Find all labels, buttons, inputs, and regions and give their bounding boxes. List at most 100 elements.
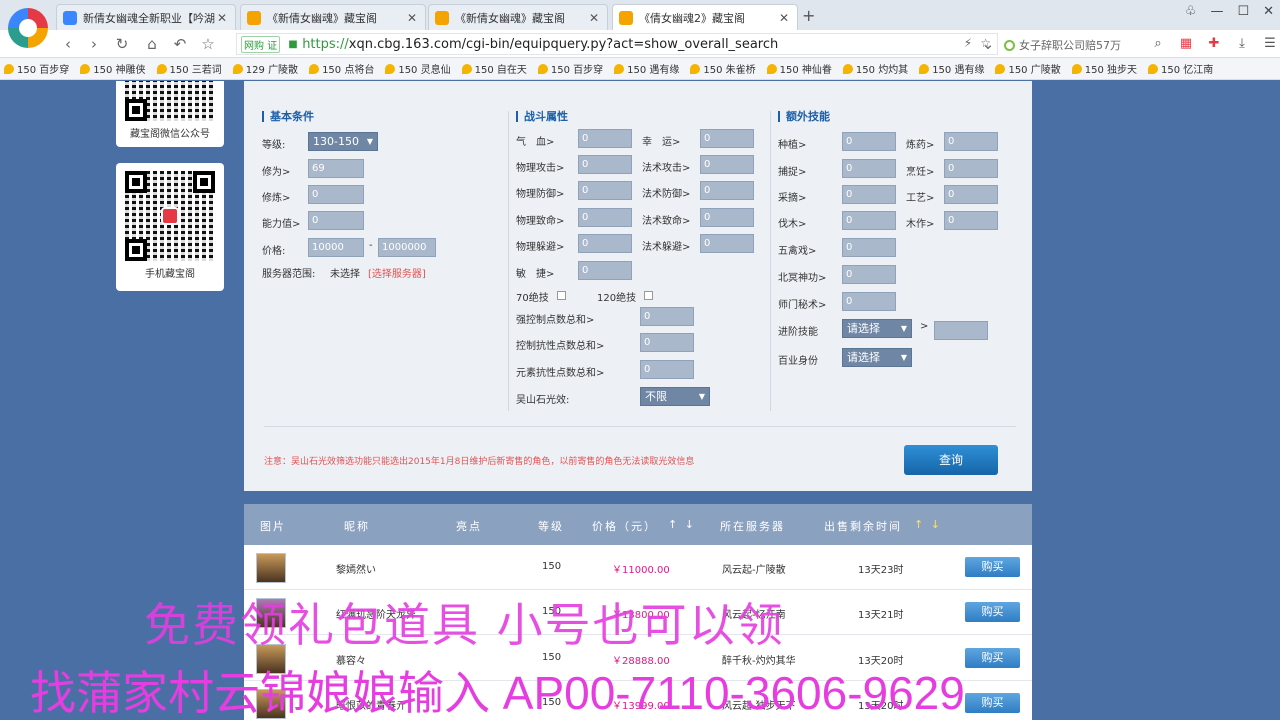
table-row[interactable]: 慕容々 150 ￥28888.00 醉千秋-灼灼其华 13天20时 购买 (244, 636, 1032, 681)
home-icon[interactable]: ⌂ (142, 34, 162, 54)
bookmark-item[interactable]: 150 忆江南 (1147, 61, 1213, 76)
extra-input[interactable]: 0 (944, 185, 998, 204)
character-avatar[interactable] (256, 689, 286, 719)
buy-button[interactable]: 购买 (965, 557, 1020, 577)
battle-input[interactable]: 0 (578, 208, 632, 227)
bookmark-item[interactable]: 150 独步天 (1071, 61, 1137, 76)
query-button[interactable]: 查询 (904, 445, 998, 475)
buy-button[interactable]: 购买 (965, 648, 1020, 668)
battle-input[interactable]: 0 (700, 208, 754, 227)
wushan-select[interactable]: 不限 ▼ (640, 387, 710, 406)
bookmark-item[interactable]: 150 朱雀桥 (690, 61, 756, 76)
bookmark-item[interactable]: 150 百步穿 (4, 61, 69, 76)
table-row[interactable]: 黎嫣然い 150 ￥11000.00 风云起-广陵散 13天23时 购买 (244, 545, 1032, 590)
game-icon[interactable]: ✚ (1206, 36, 1222, 52)
bookmark-item[interactable]: 150 自在天 (461, 61, 527, 76)
bookmark-item[interactable]: 150 百步穿 (537, 61, 603, 76)
star-icon[interactable]: ☆ (198, 34, 218, 54)
advance-skill-input[interactable] (934, 321, 988, 340)
bookmark-item[interactable]: 150 灵息仙 (385, 61, 451, 76)
battle-input[interactable]: 0 (700, 181, 754, 200)
bookmark-item[interactable]: 150 神雕侠 (80, 61, 146, 76)
extra-input[interactable]: 0 (944, 132, 998, 151)
close-icon[interactable]: ✕ (587, 11, 601, 25)
battle-input[interactable]: 0 (578, 129, 632, 148)
control-input[interactable]: 0 (640, 307, 694, 326)
table-row[interactable]: 红满玑恶阶天龙异 150 ￥13800.00 风云起-忆江南 13天21时 购买 (244, 590, 1032, 635)
bookmark-item[interactable]: 150 点将台 (309, 61, 374, 76)
maximize-icon[interactable]: ☐ (1237, 4, 1249, 19)
bookmark-item[interactable]: 150 三若词 (156, 61, 222, 76)
search-suggestion[interactable]: 女子辞职公司赔57万 (1004, 37, 1121, 53)
close-icon[interactable]: ✕ (777, 11, 791, 25)
extra-input[interactable]: 0 (842, 185, 896, 204)
back-icon[interactable]: ‹ (58, 34, 78, 54)
character-avatar[interactable] (256, 553, 286, 583)
extra-input[interactable]: 0 (842, 159, 896, 178)
jiezhi-input[interactable]: 0 (578, 261, 632, 280)
row-name[interactable]: 黎嫣然い (336, 561, 376, 576)
bookmark-item[interactable]: 150 遇有缘 (614, 61, 679, 76)
minimize-icon[interactable]: — (1210, 4, 1223, 19)
new-tab-button[interactable]: + (802, 6, 815, 25)
extra-input[interactable]: 0 (944, 211, 998, 230)
skill70-checkbox[interactable] (557, 291, 566, 300)
browser-logo-icon[interactable] (8, 8, 48, 48)
extra-input[interactable]: 0 (842, 211, 896, 230)
battle-input[interactable]: 0 (578, 234, 632, 253)
ability-input[interactable]: 0 (308, 211, 364, 230)
row-name[interactable]: 红满玑恶阶天龙异 (336, 606, 416, 621)
level-select[interactable]: 130-150 ▼ (308, 132, 378, 151)
extra-input[interactable]: 0 (842, 132, 896, 151)
battle-input[interactable]: 0 (700, 155, 754, 174)
browser-tab-1[interactable]: 新倩女幽魂全新职业【吟湖】上 ✕ (56, 4, 236, 30)
advance-skill-select[interactable]: 请选择 ▼ (842, 319, 912, 338)
baiye-select[interactable]: 请选择 ▼ (842, 348, 912, 367)
shimen-input[interactable]: 0 (842, 292, 896, 311)
reload-icon[interactable]: ↻ (112, 34, 132, 54)
close-window-icon[interactable]: ✕ (1263, 4, 1274, 19)
battle-input[interactable]: 0 (578, 155, 632, 174)
beiming-input[interactable]: 0 (842, 265, 896, 284)
lightning-icon[interactable]: ⚡ (964, 36, 972, 50)
close-icon[interactable]: ✕ (405, 11, 419, 25)
close-icon[interactable]: ✕ (215, 11, 229, 25)
character-avatar[interactable] (256, 644, 286, 674)
battle-input[interactable]: 0 (700, 234, 754, 253)
buy-button[interactable]: 购买 (965, 693, 1020, 713)
row-name[interactable]: 暗恨苡的青春亓 (336, 697, 406, 712)
menu-icon[interactable]: ☰ (1262, 36, 1278, 52)
apps-icon[interactable]: ▦ (1178, 36, 1194, 52)
wuqin-input[interactable]: 0 (842, 238, 896, 257)
row-name[interactable]: 慕容々 (336, 652, 366, 667)
download-icon[interactable]: ⤓ (1234, 36, 1250, 52)
browser-tab-3[interactable]: 《新倩女幽魂》藏宝阁 ✕ (428, 4, 608, 30)
chevron-down-icon[interactable]: ⌄ (978, 34, 998, 54)
character-avatar[interactable] (256, 598, 286, 628)
search-icon[interactable]: ⌕ (1150, 36, 1166, 52)
browser-tab-4[interactable]: 《倩女幽魂2》藏宝阁 ✕ (612, 4, 798, 30)
undo-icon[interactable]: ↶ (170, 34, 190, 54)
buy-button[interactable]: 购买 (965, 602, 1020, 622)
skin-icon[interactable]: ♧ (1185, 4, 1197, 19)
select-server-link[interactable]: [选择服务器] (368, 265, 426, 280)
xiuwei-input[interactable]: 69 (308, 159, 364, 178)
element-input[interactable]: 0 (640, 360, 694, 379)
battle-input[interactable]: 0 (700, 129, 754, 148)
xiulian-input[interactable]: 0 (308, 185, 364, 204)
header-price-sort[interactable]: ↑ ↓ (668, 518, 696, 531)
bookmark-item[interactable]: 150 遇有缘 (919, 61, 984, 76)
bookmark-item[interactable]: 150 神仙眷 (766, 61, 832, 76)
address-bar[interactable]: 网购 证 ■ https://xqn.cbg.163.com/cgi-bin/e… (236, 33, 998, 55)
header-time-sort[interactable]: ↑ ↓ (914, 518, 942, 531)
bookmark-item[interactable]: 150 广陵散 (995, 61, 1061, 76)
browser-tab-2[interactable]: 《新倩女幽魂》藏宝阁 ✕ (240, 4, 426, 30)
table-row[interactable]: 暗恨苡的青春亓 150 ￥13999.00 风云起-独步天下 13天20时 购买 (244, 681, 1032, 720)
resist-input[interactable]: 0 (640, 333, 694, 352)
skill120-checkbox[interactable] (644, 291, 653, 300)
bookmark-item[interactable]: 150 灼灼其 (842, 61, 908, 76)
forward-icon[interactable]: › (84, 34, 104, 54)
price-max-input[interactable]: 1000000 (378, 238, 436, 257)
battle-input[interactable]: 0 (578, 181, 632, 200)
extra-input[interactable]: 0 (944, 159, 998, 178)
